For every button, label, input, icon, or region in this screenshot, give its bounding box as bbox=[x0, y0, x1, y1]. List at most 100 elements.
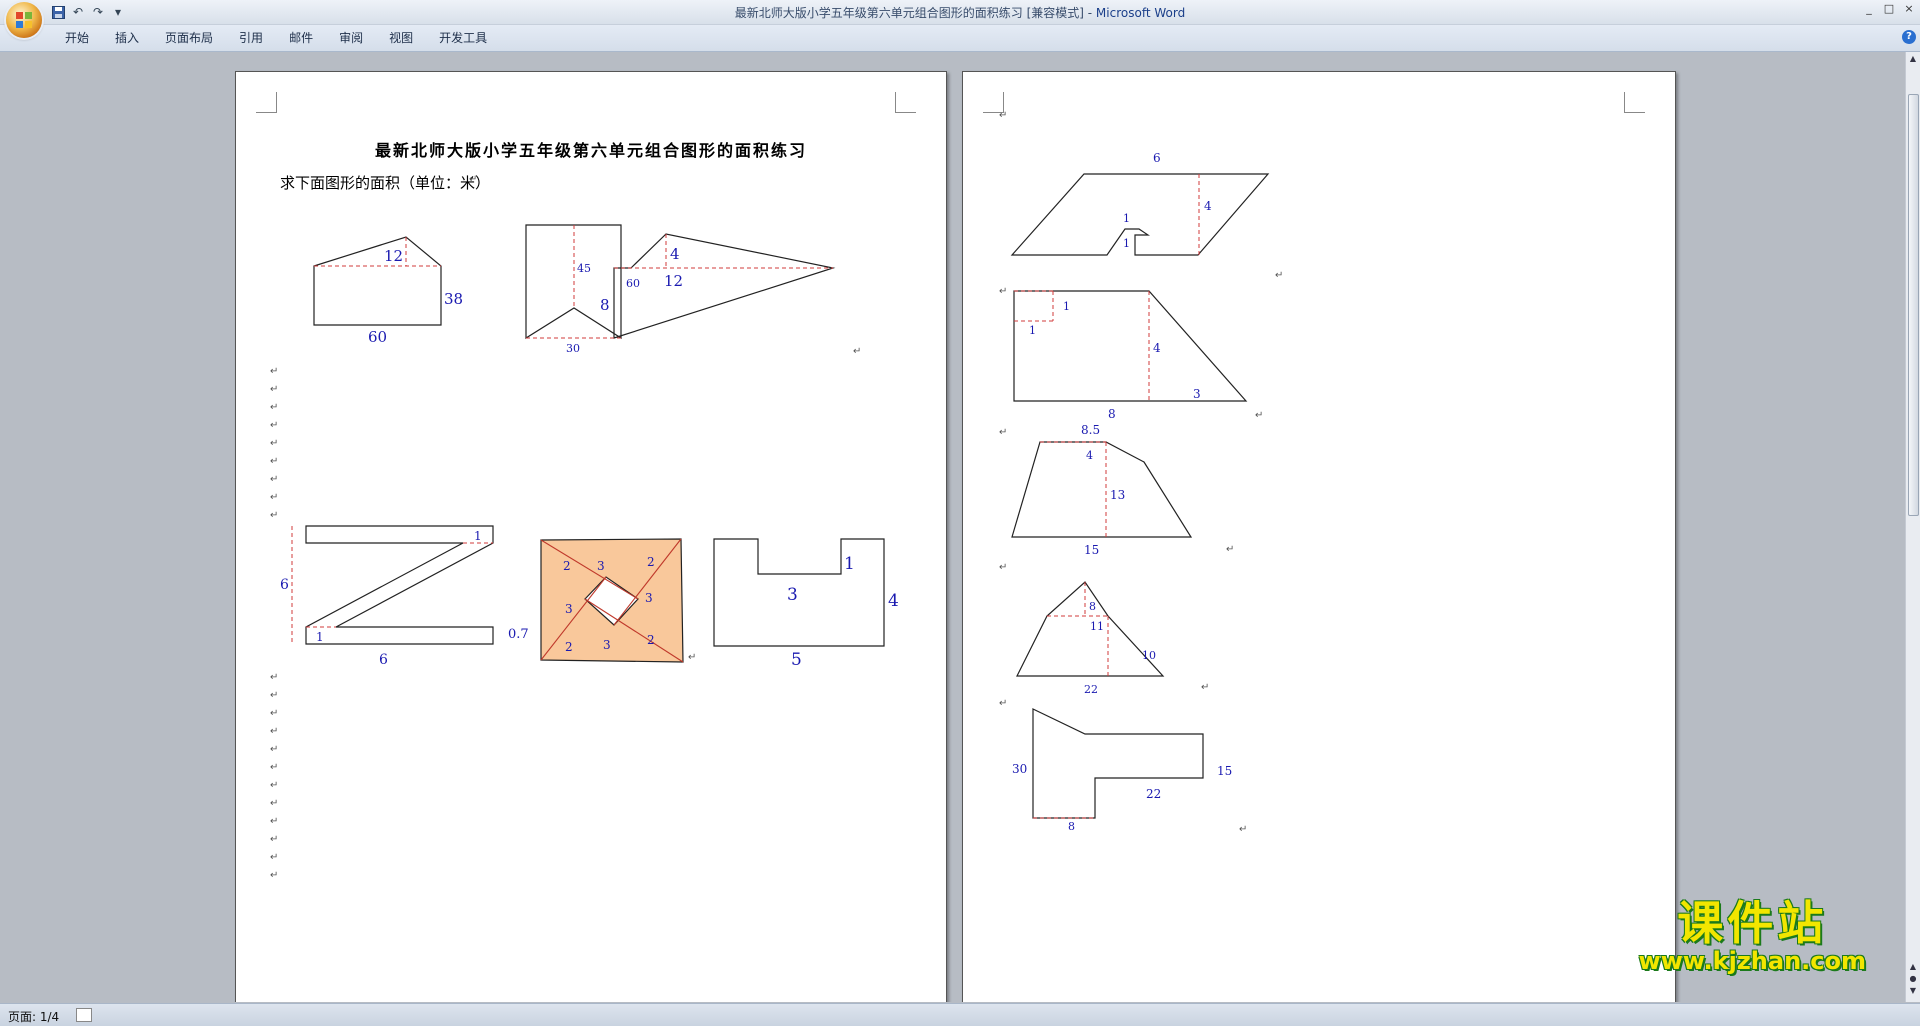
p2-fig3-label-a: 4 bbox=[1086, 449, 1093, 462]
document-page-2[interactable]: 6 4 1 1 1 1 4 8 3 8.5 4 13 15 8 11 10 22… bbox=[962, 71, 1676, 1002]
tab-review[interactable]: 审阅 bbox=[326, 29, 376, 47]
paragraph-mark: ↵ bbox=[270, 492, 279, 503]
paragraph-mark: ↵ bbox=[270, 420, 279, 431]
office-button[interactable] bbox=[6, 2, 42, 38]
p2-fig5-label-b: 8 bbox=[1068, 820, 1075, 833]
p2-fig2-label-bottom: 8 bbox=[1108, 407, 1116, 421]
fig5-label-h: 2 bbox=[647, 633, 655, 647]
tab-mailings[interactable]: 邮件 bbox=[276, 29, 326, 47]
document-workspace: 最新北师大版小学五年级第六单元组合图形的面积练习 求下面图形的面积（单位：米） bbox=[0, 52, 1906, 1002]
p2-figure-3-shape bbox=[1011, 441, 1193, 538]
fig5-label-left: 0.7 bbox=[508, 627, 529, 642]
prev-page-icon[interactable]: ▲ bbox=[1908, 962, 1918, 972]
paragraph-mark: ↵ bbox=[853, 346, 862, 357]
paragraph-mark: ↵ bbox=[270, 402, 279, 413]
help-icon[interactable]: ? bbox=[1902, 30, 1916, 44]
paragraph-mark: ↵ bbox=[270, 852, 279, 863]
p2-fig4-label-a: 8 bbox=[1089, 600, 1096, 613]
fig1-label-bottom: 60 bbox=[368, 328, 387, 346]
paragraph-mark: ↵ bbox=[270, 798, 279, 809]
maximize-button[interactable]: □ bbox=[1882, 2, 1896, 16]
paragraph-mark: ↵ bbox=[270, 744, 279, 755]
title-bar: ↶ ↷ ▾ 最新北师大版小学五年级第六单元组合图形的面积练习 [兼容模式] - … bbox=[0, 0, 1920, 38]
fig3-label-mid: 12 bbox=[664, 272, 683, 290]
paragraph-mark: ↵ bbox=[270, 366, 279, 377]
figure-6-shape bbox=[713, 538, 885, 647]
fig2-label-right: 60 bbox=[626, 277, 640, 290]
fig6-label-mid: 3 bbox=[787, 585, 798, 605]
paragraph-mark: ↵ bbox=[270, 834, 279, 845]
fig2-label-inner: 45 bbox=[577, 262, 591, 275]
paragraph-mark: ↵ bbox=[999, 562, 1008, 573]
fig2-label-bottom: 30 bbox=[566, 342, 580, 355]
next-page-icon[interactable]: ▼ bbox=[1908, 986, 1918, 996]
paragraph-mark: ↵ bbox=[270, 384, 279, 395]
p2-fig3-label-right: 13 bbox=[1110, 488, 1125, 502]
p2-fig1-label-right: 4 bbox=[1204, 199, 1212, 213]
p2-fig5-label-right: 15 bbox=[1217, 764, 1232, 778]
p2-fig1-label-a: 1 bbox=[1123, 212, 1130, 225]
tab-developer[interactable]: 开发工具 bbox=[426, 29, 500, 47]
paragraph-mark: ↵ bbox=[999, 698, 1008, 709]
paragraph-mark: ↵ bbox=[999, 110, 1008, 121]
page1-figures: 12 38 60 45 60 30 4 12 8 1 1 6 6 2 3 2 3… bbox=[280, 224, 899, 670]
tab-page-layout[interactable]: 页面布局 bbox=[152, 29, 226, 47]
paragraph-mark: ↵ bbox=[270, 816, 279, 827]
paragraph-mark: ↵ bbox=[270, 474, 279, 485]
p2-fig5-label-left: 30 bbox=[1012, 762, 1027, 776]
paragraph-mark: ↵ bbox=[270, 510, 279, 521]
ribbon-tabs: 开始 插入 页面布局 引用 邮件 审阅 视图 开发工具 bbox=[52, 29, 500, 47]
tab-references[interactable]: 引用 bbox=[226, 29, 276, 47]
p2-figure-2-shape bbox=[1013, 290, 1248, 402]
fig3-label-left: 8 bbox=[600, 296, 610, 314]
office-logo-icon bbox=[15, 11, 33, 29]
paragraph-mark: ↵ bbox=[270, 672, 279, 683]
minimize-button[interactable]: _ bbox=[1862, 2, 1876, 16]
proofing-icon[interactable] bbox=[76, 1008, 92, 1022]
fig4-label-bottom-in: 1 bbox=[316, 630, 324, 644]
watermark-logo: 课件站 www.kjzhan.com bbox=[1639, 898, 1866, 974]
fig5-label-a: 2 bbox=[563, 559, 571, 573]
scroll-thumb[interactable] bbox=[1908, 94, 1919, 516]
paragraph-mark: ↵ bbox=[1275, 270, 1284, 281]
window-controls: _ □ × bbox=[1862, 2, 1916, 16]
figure-4-shape bbox=[305, 525, 494, 645]
fig5-label-d: 3 bbox=[645, 591, 653, 605]
p2-fig1-label-b: 1 bbox=[1123, 237, 1130, 250]
fig6-label-top: 1 bbox=[844, 554, 855, 574]
p2-fig4-label-b: 11 bbox=[1090, 620, 1104, 633]
paragraph-mark: ↵ bbox=[270, 762, 279, 773]
paragraph-mark: ↵ bbox=[999, 427, 1008, 438]
page2-figures: 6 4 1 1 1 1 4 8 3 8.5 4 13 15 8 11 10 22… bbox=[1010, 151, 1270, 833]
fig4-label-bottom: 6 bbox=[379, 652, 388, 668]
figure-1-shape bbox=[313, 236, 442, 326]
document-page-1[interactable]: 最新北师大版小学五年级第六单元组合图形的面积练习 求下面图形的面积（单位：米） bbox=[235, 71, 947, 1002]
p2-figure-5-shape bbox=[1032, 708, 1204, 819]
paragraph-mark: ↵ bbox=[1201, 682, 1210, 693]
p2-figure-1-shape bbox=[1010, 173, 1270, 256]
paragraph-mark: ↵ bbox=[270, 708, 279, 719]
paragraph-mark: ↵ bbox=[270, 870, 279, 881]
browse-object-icon[interactable]: ● bbox=[1908, 974, 1918, 984]
fig1-label-right: 38 bbox=[444, 290, 463, 308]
close-button[interactable]: × bbox=[1902, 2, 1916, 16]
document-name: 最新北师大版小学五年级第六单元组合图形的面积练习 [兼容模式] - bbox=[734, 6, 1096, 20]
fig3-label-top: 4 bbox=[670, 245, 680, 263]
tab-view[interactable]: 视图 bbox=[376, 29, 426, 47]
paragraph-mark: ↵ bbox=[999, 286, 1008, 297]
paragraph-mark: ↵ bbox=[270, 438, 279, 449]
fig6-label-right: 4 bbox=[888, 591, 899, 611]
paragraph-mark: ↵ bbox=[1255, 410, 1264, 421]
fig5-label-b: 3 bbox=[597, 559, 605, 573]
ribbon: 开始 插入 页面布局 引用 邮件 审阅 视图 开发工具 ? bbox=[0, 25, 1920, 52]
tab-home[interactable]: 开始 bbox=[52, 29, 102, 47]
paragraph-mark: ↵ bbox=[1226, 544, 1235, 555]
fig5-label-c: 2 bbox=[647, 555, 655, 569]
tab-insert[interactable]: 插入 bbox=[102, 29, 152, 47]
p2-fig1-label-top: 6 bbox=[1153, 151, 1161, 165]
p2-fig2-label-a: 1 bbox=[1063, 300, 1070, 313]
scroll-up-icon[interactable]: ▲ bbox=[1908, 54, 1918, 64]
vertical-scrollbar[interactable]: ▲ ▲ ● ▼ bbox=[1905, 52, 1920, 1002]
page-indicator[interactable]: 页面: 1/4 bbox=[8, 1008, 59, 1025]
p2-fig5-label-bottom: 22 bbox=[1146, 787, 1161, 801]
